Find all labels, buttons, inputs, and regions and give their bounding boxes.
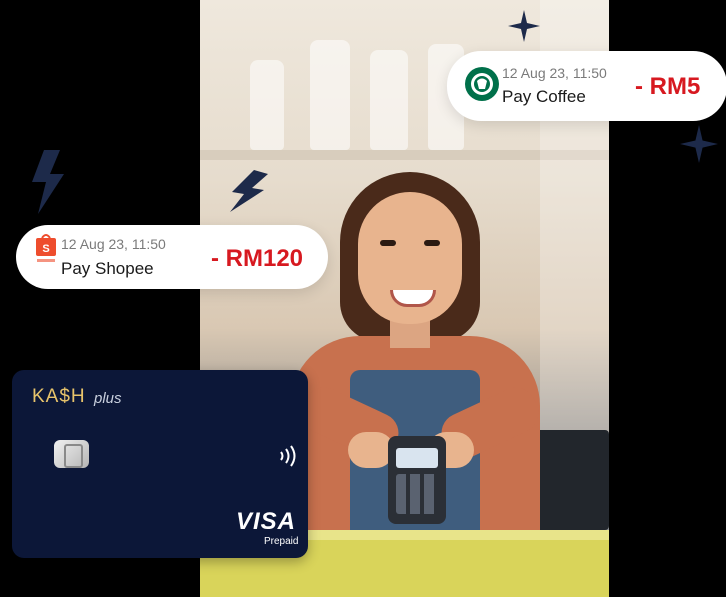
transaction-amount: - RM5 <box>635 73 701 100</box>
kash-plus-prepaid-card: KA$H plus VISA Prepaid <box>12 370 308 558</box>
chip-contacts <box>64 444 83 468</box>
card-brand: KA$H <box>32 386 86 407</box>
barista-eye <box>380 240 396 246</box>
shopee-logo-icon: S <box>36 234 56 262</box>
card-terminal-keypad <box>396 474 438 514</box>
card-brand-suffix: plus <box>94 390 122 407</box>
starbucks-logo-icon <box>465 67 499 101</box>
shelf-jar <box>370 50 408 150</box>
transaction-date: 12 Aug 23, 11:50 <box>61 236 166 252</box>
lightning-bolt-icon <box>32 150 64 214</box>
card-terminal-screen <box>396 448 438 468</box>
transaction-date: 12 Aug 23, 11:50 <box>502 65 607 81</box>
card-type: Prepaid <box>264 536 299 547</box>
barista-eye <box>424 240 440 246</box>
svg-text:S: S <box>42 243 49 255</box>
sparkle-star-icon <box>508 10 540 42</box>
transaction-merchant: Pay Shopee <box>61 259 154 278</box>
transaction-merchant: Pay Coffee <box>502 87 586 106</box>
shelf-jar <box>250 60 284 150</box>
lightning-bolt-icon <box>230 170 268 212</box>
transaction-pay-coffee: 12 Aug 23, 11:50 Pay Coffee - RM5 <box>447 51 726 121</box>
shelf-jar <box>310 40 350 150</box>
contactless-icon <box>280 445 296 467</box>
transaction-pay-shopee: S 12 Aug 23, 11:50 Pay Shopee - RM120 <box>16 225 328 289</box>
card-network: VISA <box>236 508 297 535</box>
sparkle-star-icon <box>680 125 718 163</box>
transaction-amount: - RM120 <box>211 245 304 272</box>
